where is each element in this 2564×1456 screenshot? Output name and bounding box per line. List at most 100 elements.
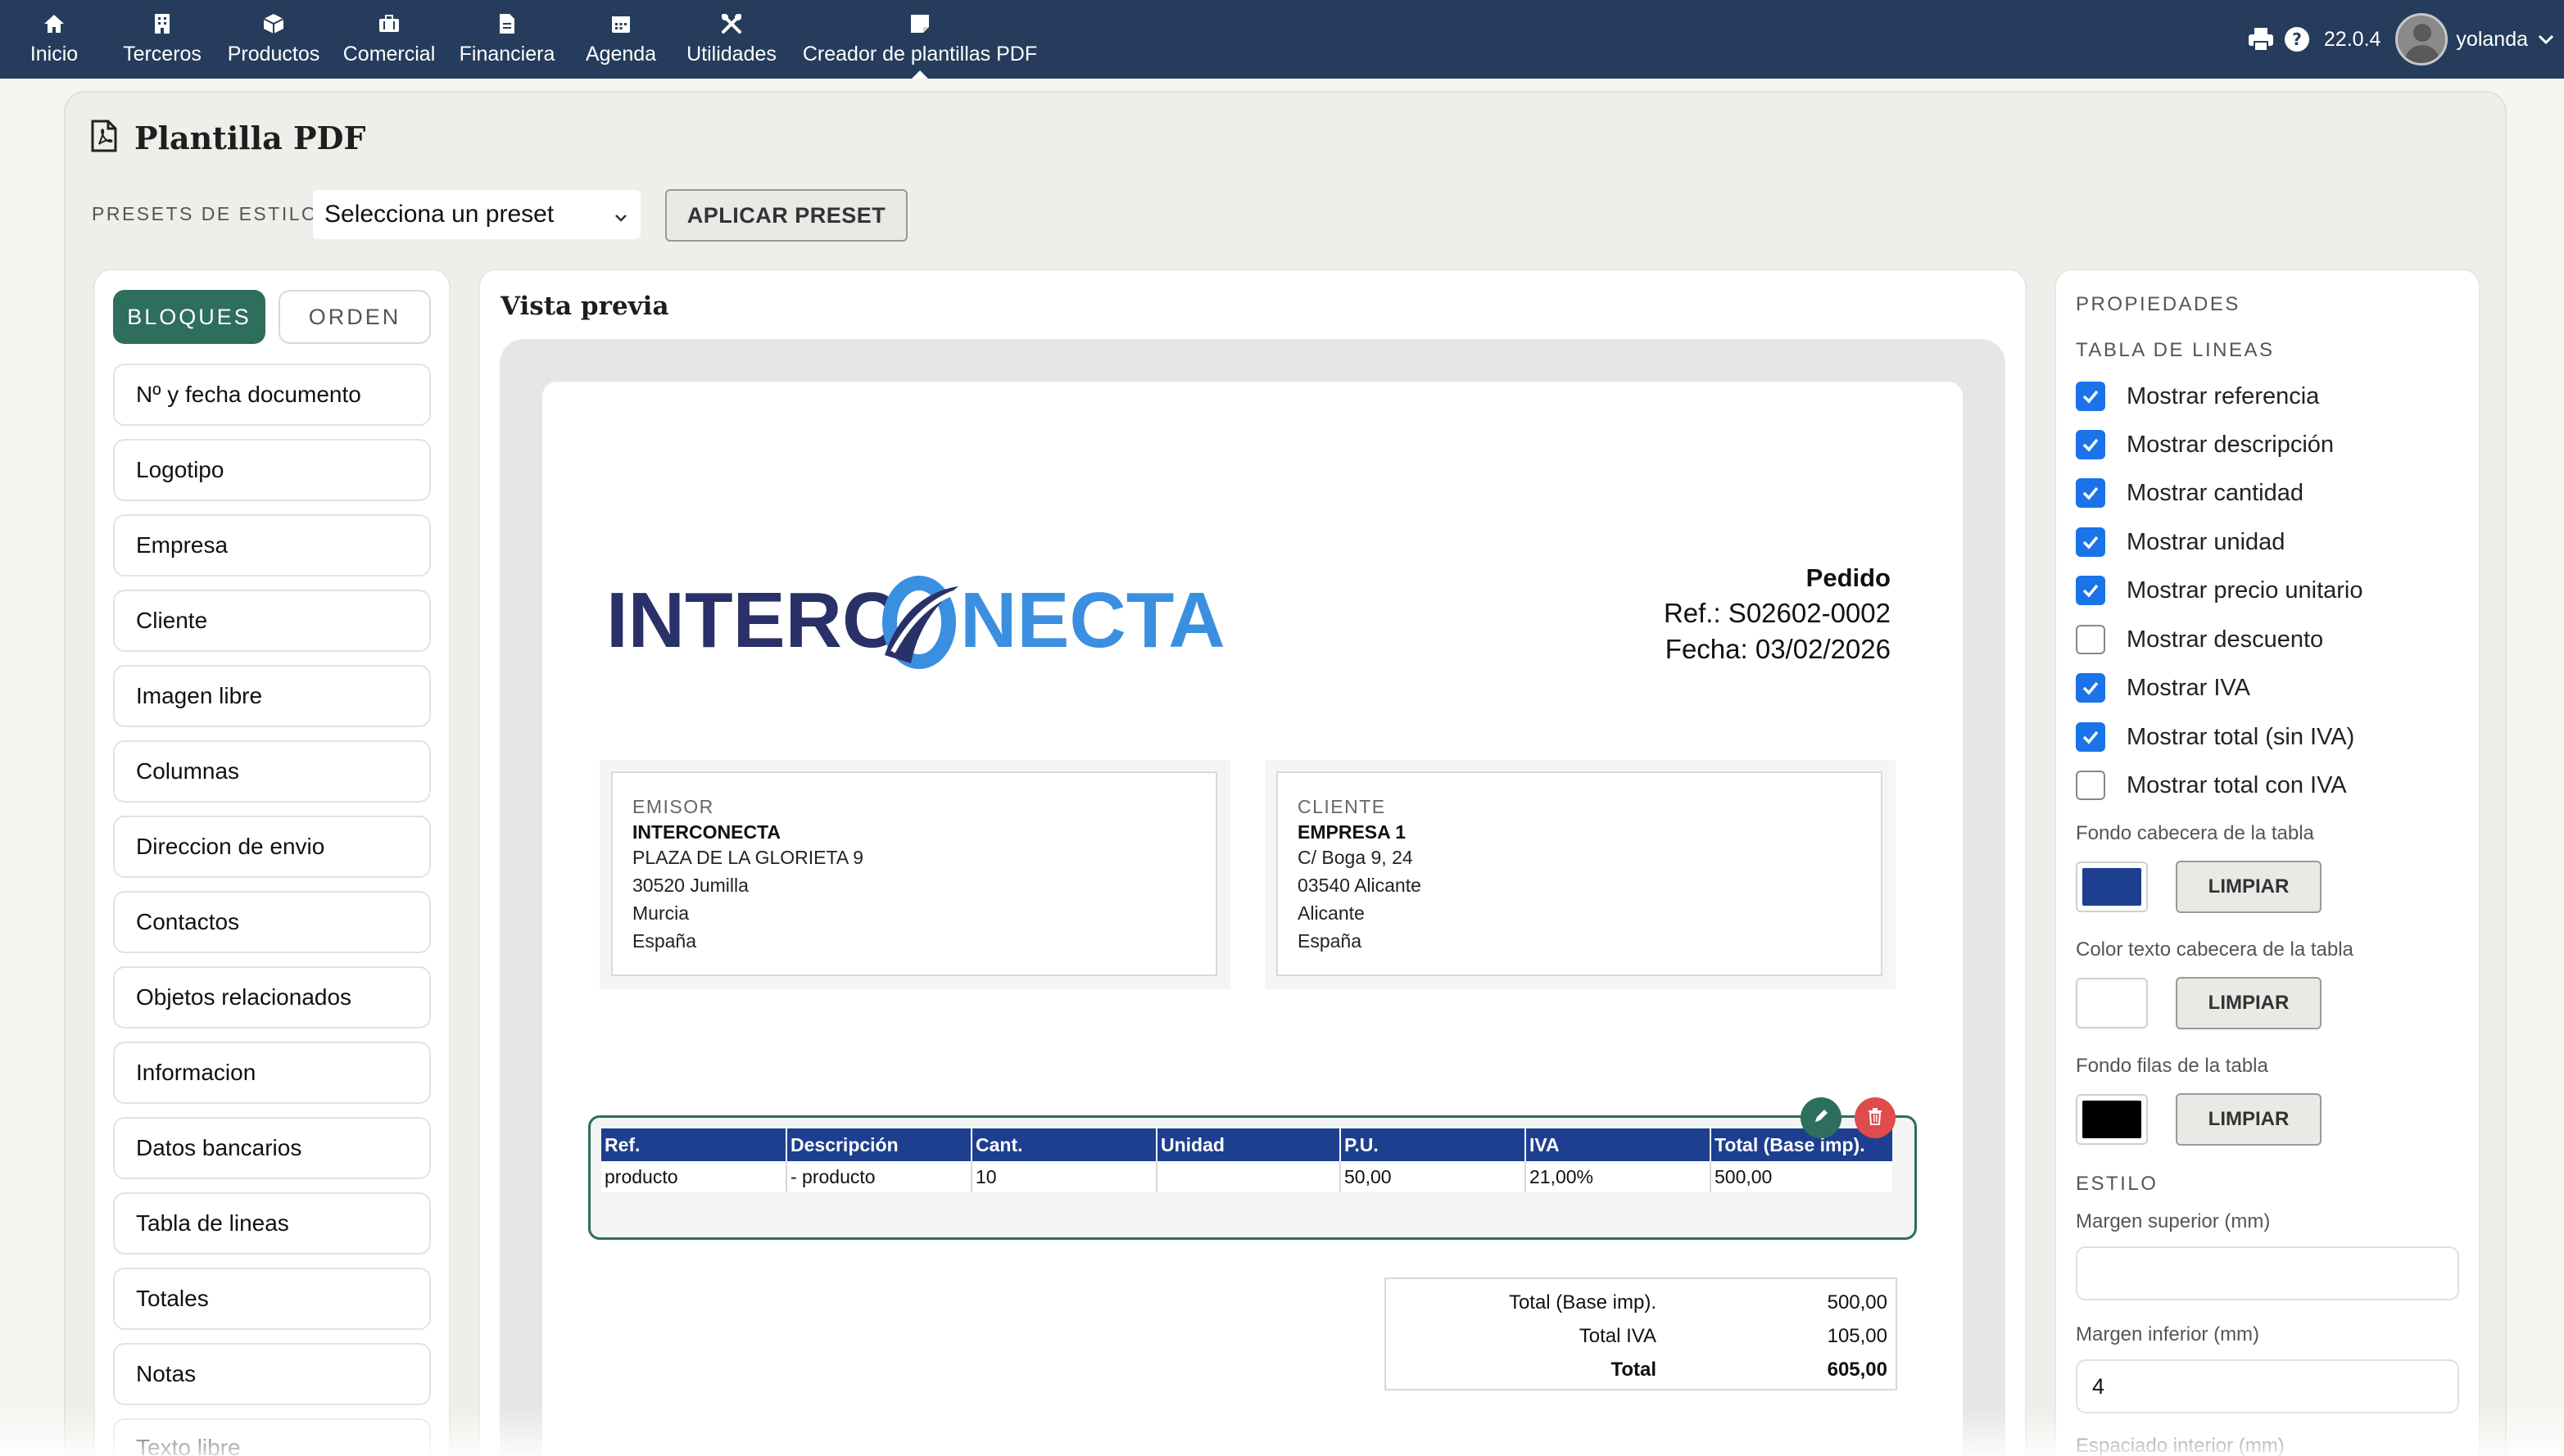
help-icon[interactable]: ? bbox=[2283, 25, 2311, 53]
clear-color-button[interactable]: LIMPIAR bbox=[2176, 977, 2322, 1029]
color-swatch[interactable] bbox=[2076, 861, 2148, 912]
cliente-line: 03540 Alicante bbox=[1298, 875, 1421, 896]
home-icon bbox=[43, 13, 65, 34]
nav-item-terceros[interactable]: Terceros bbox=[120, 0, 205, 79]
checkbox-row[interactable]: Mostrar descuento bbox=[2076, 625, 2323, 654]
checkbox[interactable] bbox=[2076, 527, 2105, 557]
preset-select-value: Selecciona un preset bbox=[324, 201, 555, 228]
checkbox[interactable] bbox=[2076, 625, 2105, 654]
emisor-box: EMISOR INTERCONECTA PLAZA DE LA GLORIETA… bbox=[611, 771, 1217, 976]
margin-top-input[interactable] bbox=[2076, 1246, 2459, 1300]
block-item[interactable]: Direccion de envio bbox=[113, 816, 431, 878]
checkbox[interactable] bbox=[2076, 382, 2105, 411]
totals-block[interactable]: Total (Base imp). 500,00 Total IVA 105,0… bbox=[1384, 1277, 1897, 1390]
avatar[interactable] bbox=[2395, 13, 2448, 66]
checkbox-label: Mostrar unidad bbox=[2127, 528, 2285, 555]
block-item[interactable]: Totales bbox=[113, 1268, 431, 1330]
nav-item-comercial[interactable]: Comercial bbox=[341, 0, 437, 79]
cliente-block[interactable]: CLIENTE EMPRESA 1 C/ Boga 9, 24 03540 Al… bbox=[1265, 760, 1896, 989]
block-item[interactable]: Nº y fecha documento bbox=[113, 364, 431, 426]
checkbox-row[interactable]: Mostrar descripción bbox=[2076, 430, 2334, 459]
checkbox-label: Mostrar descuento bbox=[2127, 626, 2324, 653]
total-label: Total bbox=[1610, 1358, 1656, 1381]
emisor-block[interactable]: EMISOR INTERCONECTA PLAZA DE LA GLORIETA… bbox=[600, 760, 1230, 989]
block-item[interactable]: Logotipo bbox=[113, 439, 431, 501]
checkbox-label: Mostrar precio unitario bbox=[2127, 577, 2363, 604]
cliente-box: CLIENTE EMPRESA 1 C/ Boga 9, 24 03540 Al… bbox=[1276, 771, 1882, 976]
nav-item-utilidades[interactable]: Utilidades bbox=[682, 0, 781, 79]
company-logo[interactable]: INTERC NECTA bbox=[606, 573, 1229, 671]
checkbox-row[interactable]: Mostrar cantidad bbox=[2076, 478, 2304, 508]
block-item[interactable]: Cliente bbox=[113, 590, 431, 652]
block-item[interactable]: Objetos relacionados bbox=[113, 966, 431, 1029]
margin-top-label: Margen superior (mm) bbox=[2076, 1210, 2271, 1232]
table-cell: 10 bbox=[972, 1161, 1157, 1192]
style-section-title: ESTILO bbox=[2076, 1173, 2159, 1195]
checkbox-row[interactable]: Mostrar precio unitario bbox=[2076, 576, 2363, 605]
block-item[interactable]: Notas bbox=[113, 1343, 431, 1405]
block-item[interactable]: Contactos bbox=[113, 891, 431, 953]
page-title: Plantilla PDF bbox=[134, 120, 366, 156]
apply-preset-button[interactable]: APLICAR PRESET bbox=[665, 189, 908, 242]
nav-item-financiera[interactable]: Financiera bbox=[455, 0, 559, 79]
block-item[interactable]: Informacion bbox=[113, 1042, 431, 1104]
building-icon bbox=[152, 13, 173, 34]
clear-color-button[interactable]: LIMPIAR bbox=[2176, 861, 2322, 913]
total-value: 105,00 bbox=[1827, 1324, 1887, 1347]
block-item[interactable]: Datos bancarios bbox=[113, 1117, 431, 1179]
cliente-header: CLIENTE bbox=[1298, 796, 1386, 817]
nav-item-inicio[interactable]: Inicio bbox=[28, 0, 80, 79]
checkbox[interactable] bbox=[2076, 673, 2105, 703]
margin-bottom-label: Margen inferior (mm) bbox=[2076, 1323, 2260, 1345]
checkbox-row[interactable]: Mostrar total (sin IVA) bbox=[2076, 722, 2354, 752]
invoice-icon bbox=[496, 13, 518, 34]
emisor-name: INTERCONECTA bbox=[632, 821, 781, 843]
nav-label: Agenda bbox=[585, 42, 657, 66]
checkbox[interactable] bbox=[2076, 430, 2105, 459]
checkbox[interactable] bbox=[2076, 771, 2105, 800]
checkbox-row[interactable]: Mostrar IVA bbox=[2076, 673, 2250, 703]
block-item[interactable]: Empresa bbox=[113, 514, 431, 577]
block-item[interactable]: Imagen libre bbox=[113, 665, 431, 727]
column-header: Unidad bbox=[1157, 1128, 1341, 1161]
block-item[interactable]: Texto libre bbox=[113, 1418, 431, 1456]
nav-item-productos[interactable]: Productos bbox=[224, 0, 323, 79]
checkbox-row[interactable]: Mostrar total con IVA bbox=[2076, 771, 2347, 800]
column-header: IVA bbox=[1525, 1128, 1711, 1161]
chevron-down-icon[interactable] bbox=[2538, 34, 2554, 45]
block-item[interactable]: Tabla de lineas bbox=[113, 1192, 431, 1255]
checkbox-row[interactable]: Mostrar unidad bbox=[2076, 527, 2285, 557]
nav-item-agenda[interactable]: Agenda bbox=[580, 0, 662, 79]
block-item[interactable]: Columnas bbox=[113, 740, 431, 803]
checkbox-row[interactable]: Mostrar referencia bbox=[2076, 382, 2319, 411]
document-number-date[interactable]: Pedido Ref.: S02602-0002 Fecha: 03/02/20… bbox=[1664, 563, 1891, 665]
cliente-line: C/ Boga 9, 24 bbox=[1298, 847, 1413, 868]
table-header-row: Ref. Descripción Cant. Unidad P.U. IVA T… bbox=[601, 1128, 1892, 1161]
table-cell: producto bbox=[601, 1161, 787, 1192]
pencil-icon bbox=[1812, 1107, 1830, 1129]
properties-title: PROPIEDADES bbox=[2076, 293, 2240, 315]
tab-orden[interactable]: ORDEN bbox=[279, 290, 431, 344]
cliente-name: EMPRESA 1 bbox=[1298, 821, 1407, 843]
user-name[interactable]: yolanda bbox=[2456, 28, 2528, 52]
color-swatch[interactable] bbox=[2076, 978, 2148, 1029]
section-title: TABLA DE LINEAS bbox=[2076, 339, 2275, 361]
cliente-line: Alicante bbox=[1298, 902, 1365, 924]
printer-icon[interactable] bbox=[2247, 25, 2275, 53]
color-swatch[interactable] bbox=[2076, 1094, 2148, 1145]
margin-bottom-input[interactable]: 4 bbox=[2076, 1359, 2459, 1413]
nav-item-creador-plantillas[interactable]: Creador de plantillas PDF bbox=[796, 0, 1044, 79]
total-row: Total 605,00 bbox=[1394, 1353, 1887, 1386]
preset-select[interactable]: Selecciona un preset bbox=[313, 190, 641, 239]
svg-text:?: ? bbox=[2292, 29, 2302, 49]
tab-bloques[interactable]: BLOQUES bbox=[113, 290, 265, 344]
checkbox[interactable] bbox=[2076, 722, 2105, 752]
checkbox[interactable] bbox=[2076, 576, 2105, 605]
edit-block-button[interactable] bbox=[1801, 1097, 1841, 1138]
checkbox[interactable] bbox=[2076, 478, 2105, 508]
delete-block-button[interactable] bbox=[1855, 1097, 1896, 1138]
cube-icon bbox=[263, 13, 284, 34]
clear-color-button[interactable]: LIMPIAR bbox=[2176, 1093, 2322, 1146]
total-row: Total (Base imp). 500,00 bbox=[1394, 1286, 1887, 1319]
checkbox-label: Mostrar referencia bbox=[2127, 382, 2320, 409]
